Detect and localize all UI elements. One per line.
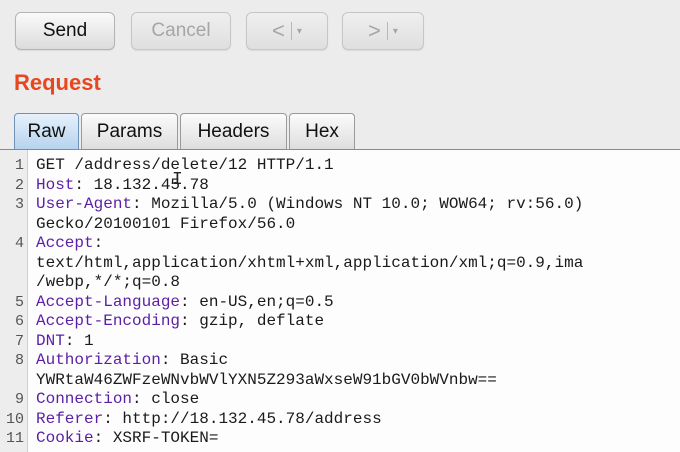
header-name: DNT — [36, 331, 65, 350]
tab-params[interactable]: Params — [81, 113, 178, 149]
line-content: YWRtaW46ZWFzeWNvbWVlYXN5Z293aWxseW91bGV0… — [36, 371, 497, 391]
line-content: Referer: http://18.132.45.78/address — [36, 410, 382, 430]
line-number: 11 — [5, 430, 24, 447]
line-content: User-Agent: Mozilla/5.0 (Windows NT 10.0… — [36, 195, 583, 215]
editor-lines: 1 GET /address/delete/12 HTTP/1.1 2 Host: 1… — [0, 156, 680, 449]
button-separator — [386, 22, 388, 40]
chevron-left-icon: < — [272, 18, 285, 43]
editor-line[interactable]: 4 Accept: — [0, 234, 680, 254]
chevron-right-icon: > — [368, 18, 381, 43]
tab-label: Headers — [197, 120, 270, 142]
editor-line[interactable]: 9 Connection: close — [0, 390, 680, 410]
header-value: : 1 — [64, 331, 94, 350]
header-name: Connection — [36, 390, 133, 408]
editor-line[interactable]: 2 Host: 18.132.45.78 — [0, 176, 680, 196]
line-content: text/html,application/xhtml+xml,applicat… — [36, 254, 583, 274]
header-value: : — [93, 234, 104, 252]
header-value: : en-US,en;q=0.5 — [180, 292, 334, 311]
line-content: Host: 18.132.45.78 — [36, 176, 209, 196]
forward-button[interactable]: > ▾ — [342, 12, 424, 50]
cancel-button[interactable]: Cancel — [131, 12, 231, 50]
header-name: Cookie — [36, 429, 94, 447]
editor-line[interactable]: 7 DNT: 1 — [0, 332, 680, 352]
send-label: Send — [42, 20, 88, 41]
editor-line[interactable]: 1 GET /address/delete/12 HTTP/1.1 — [0, 156, 680, 176]
editor-line[interactable]: 10 Referer: http://18.132.45.78/address — [0, 410, 680, 430]
header-value: : http://18.132.45.78/address — [103, 409, 382, 428]
tab-hex[interactable]: Hex — [289, 113, 355, 149]
header-value: Gecko/20100101 Firefox/56.0 — [36, 214, 296, 233]
toolbar: Send Cancel < ▾ > ▾ — [0, 0, 680, 60]
dropdown-arrow-icon[interactable]: ▾ — [393, 26, 398, 37]
tab-label: Hex — [305, 120, 339, 142]
header-name: Accept — [36, 234, 94, 252]
header-value: GET /address/delete/12 HTTP/1.1 — [36, 156, 334, 174]
editor-line[interactable]: /webp,*/*;q=0.8 — [0, 273, 680, 293]
header-name: Accept-Language — [36, 292, 181, 311]
line-content: /webp,*/*;q=0.8 — [36, 273, 180, 293]
line-content: Gecko/20100101 Firefox/56.0 — [36, 215, 295, 235]
header-value: : 18.132.45.78 — [74, 175, 209, 194]
editor-line[interactable]: 6 Accept-Encoding: gzip, deflate — [0, 312, 680, 332]
editor-line[interactable]: text/html,application/xhtml+xml,applicat… — [0, 254, 680, 274]
header-value: /webp,*/*;q=0.8 — [36, 273, 181, 291]
line-number: 8 — [14, 352, 24, 369]
tab-headers[interactable]: Headers — [180, 113, 287, 149]
line-number: 3 — [14, 196, 24, 213]
request-title: Request — [14, 70, 101, 95]
text-cursor-icon: I — [172, 170, 183, 190]
header-value: text/html,application/xhtml+xml,applicat… — [36, 253, 584, 272]
button-separator — [290, 22, 292, 40]
line-content: GET /address/delete/12 HTTP/1.1 — [36, 156, 334, 176]
tab-label: Raw — [27, 120, 66, 142]
editor-line[interactable]: Gecko/20100101 Firefox/56.0 — [0, 215, 680, 235]
editor-line[interactable]: 5 Accept-Language: en-US,en;q=0.5 — [0, 293, 680, 313]
send-button[interactable]: Send — [15, 12, 115, 50]
header-value: : close — [132, 390, 200, 408]
editor-line[interactable]: 3 User-Agent: Mozilla/5.0 (Windows NT 10.… — [0, 195, 680, 215]
line-content: Connection: close — [36, 390, 199, 410]
tab-raw[interactable]: Raw — [14, 113, 79, 149]
line-content: Accept-Language: en-US,en;q=0.5 — [36, 293, 334, 313]
header-name: Referer — [36, 409, 104, 428]
editor-line[interactable]: 8 Authorization: Basic — [0, 351, 680, 371]
line-number: 4 — [14, 235, 24, 252]
line-content: Accept-Encoding: gzip, deflate — [36, 312, 324, 332]
header-name: Accept-Encoding — [36, 312, 181, 330]
header-value: YWRtaW46ZWFzeWNvbWVlYXN5Z293aWxseW91bGV0… — [36, 370, 497, 389]
line-content: DNT: 1 — [36, 332, 94, 352]
line-content: Authorization: Basic — [36, 351, 228, 371]
header-value: : gzip, deflate — [180, 312, 325, 330]
line-number: 5 — [14, 293, 24, 311]
editor-line[interactable]: 11 Cookie: XSRF-TOKEN= — [0, 429, 680, 449]
dropdown-arrow-icon[interactable]: ▾ — [297, 26, 302, 37]
line-number: 1 — [14, 157, 24, 174]
line-content: Cookie: XSRF-TOKEN= — [36, 429, 218, 449]
editor-line[interactable]: YWRtaW46ZWFzeWNvbWVlYXN5Z293aWxseW91bGV0… — [0, 371, 680, 391]
header-name: Host — [36, 175, 75, 194]
line-number: 2 — [14, 176, 24, 194]
line-number: 7 — [14, 332, 24, 350]
header-value: : Mozilla/5.0 (Windows NT 10.0; WOW64; r… — [132, 195, 584, 213]
header-name: User-Agent — [36, 195, 133, 213]
cancel-label: Cancel — [151, 20, 211, 41]
header-value: : XSRF-TOKEN= — [93, 429, 219, 447]
line-content: Accept: — [36, 234, 103, 254]
line-number: 9 — [14, 391, 24, 408]
raw-request-editor[interactable]: 1 GET /address/delete/12 HTTP/1.1 2 Host: 1… — [0, 149, 680, 452]
header-name: Authorization — [36, 351, 161, 369]
back-button[interactable]: < ▾ — [246, 12, 328, 50]
header-value: : Basic — [160, 351, 229, 369]
tab-label: Params — [96, 120, 163, 142]
line-number: 6 — [14, 313, 24, 330]
line-number: 10 — [5, 410, 24, 428]
